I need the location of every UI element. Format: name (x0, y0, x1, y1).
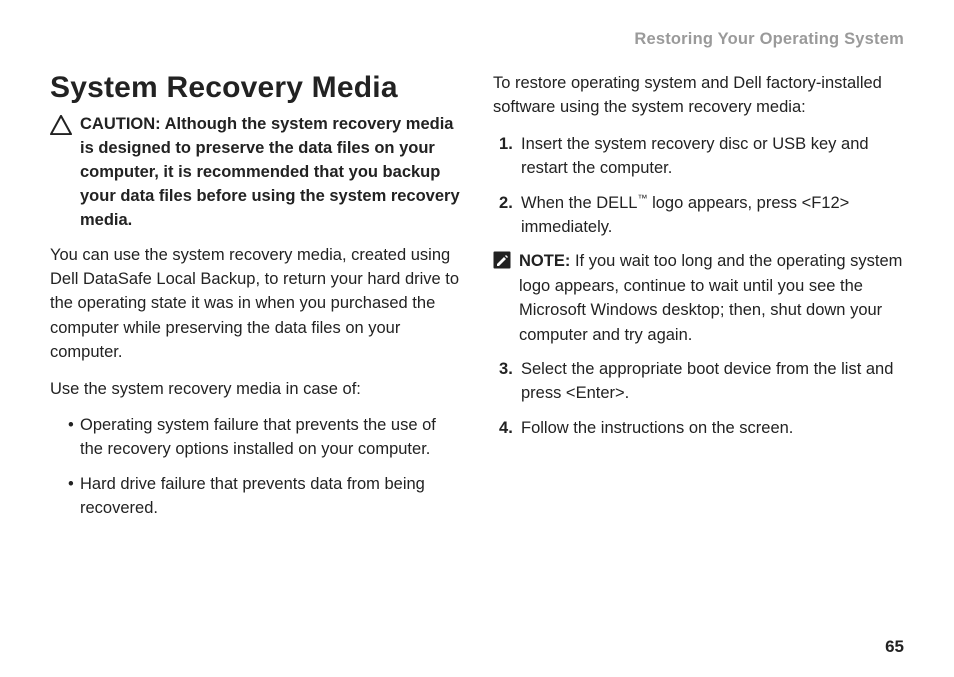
intro-paragraph: To restore operating system and Dell fac… (493, 71, 904, 120)
step-item: When the DELL™ logo appears, press <F12>… (499, 191, 904, 240)
note-block: NOTE: If you wait too long and the opera… (493, 249, 904, 347)
body-paragraph: Use the system recovery media in case of… (50, 377, 461, 401)
left-column: System Recovery Media CAUTION: Although … (50, 71, 461, 637)
two-column-layout: System Recovery Media CAUTION: Although … (50, 71, 904, 637)
caution-triangle-icon (50, 115, 72, 135)
list-item: Hard drive failure that prevents data fr… (68, 472, 461, 521)
note-body: If you wait too long and the operating s… (519, 252, 902, 343)
right-column: To restore operating system and Dell fac… (493, 71, 904, 637)
step-item: Select the appropriate boot device from … (499, 357, 904, 406)
bullet-list: Operating system failure that prevents t… (50, 413, 461, 521)
running-header: Restoring Your Operating System (50, 30, 904, 49)
numbered-steps: Insert the system recovery disc or USB k… (493, 132, 904, 240)
step-text-a: When the DELL (521, 194, 637, 212)
caution-label: CAUTION: (80, 115, 161, 133)
note-pencil-icon (493, 251, 511, 269)
body-paragraph: You can use the system recovery media, c… (50, 243, 461, 365)
document-page: Restoring Your Operating System System R… (0, 0, 954, 677)
caution-block: CAUTION: Although the system recovery me… (50, 113, 461, 233)
page-number: 65 (50, 637, 904, 657)
section-title: System Recovery Media (50, 71, 461, 105)
trademark-symbol: ™ (637, 193, 647, 204)
note-label: NOTE: (519, 252, 570, 270)
note-content: NOTE: If you wait too long and the opera… (519, 249, 904, 347)
step-item: Insert the system recovery disc or USB k… (499, 132, 904, 181)
numbered-steps-continued: Select the appropriate boot device from … (493, 357, 904, 440)
caution-text: CAUTION: Although the system recovery me… (80, 113, 461, 233)
step-item: Follow the instructions on the screen. (499, 416, 904, 440)
list-item: Operating system failure that prevents t… (68, 413, 461, 462)
